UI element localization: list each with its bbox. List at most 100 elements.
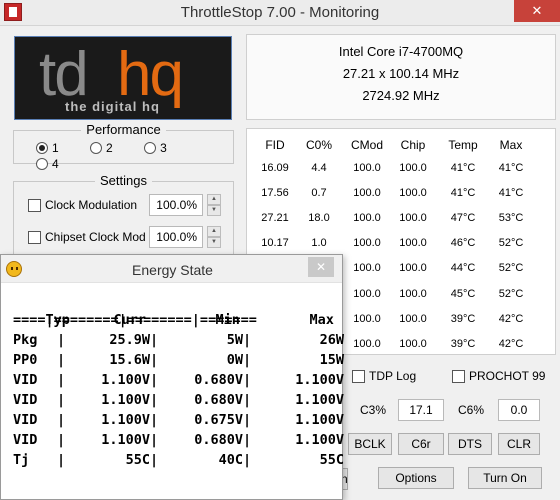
energy-min-value: 0.680V	[194, 392, 243, 408]
energy-curr-value: 15.6W	[109, 352, 150, 368]
table-cell: 100.0	[399, 287, 427, 300]
chipset-clock-mod-row: Chipset Clock Mod 100.0% ▲ ▼	[28, 226, 221, 248]
energy-min-value: 0W	[226, 352, 243, 368]
energy-typ-value: Tj	[13, 452, 30, 468]
clock-modulation-row: Clock Modulation 100.0% ▲ ▼	[28, 194, 221, 216]
chipset-clock-mod-spinner[interactable]: ▲ ▼	[207, 226, 221, 248]
table-cell: 52°C	[498, 237, 524, 250]
clock-modulation-checkbox[interactable]	[28, 198, 41, 212]
column-separator: |	[57, 432, 66, 448]
clock-modulation-spinner[interactable]: ▲ ▼	[207, 194, 221, 216]
table-cell: 1.0	[311, 237, 327, 250]
energy-header-row: Typ Curr Min Max	[13, 290, 350, 328]
column-separator: |	[243, 352, 252, 368]
column-separator: |	[150, 332, 159, 348]
c3-label: C3%	[360, 403, 387, 417]
table-cell: 100.0	[353, 211, 381, 224]
column-header: CMod	[350, 138, 383, 152]
spin-down-icon[interactable]: ▼	[207, 237, 221, 248]
bclk-button[interactable]: BCLK	[348, 433, 392, 455]
energy-min-value: 0.680V	[194, 372, 243, 388]
table-cell: 44°C	[450, 262, 476, 275]
performance-group: Performance 1 2 3 4	[13, 122, 234, 171]
energy-min-value: 0.680V	[194, 432, 243, 448]
performance-radio-2[interactable]: 2	[90, 141, 113, 155]
c6-label: C6%	[458, 403, 485, 417]
table-cell: 100.0	[399, 161, 427, 174]
dts-button[interactable]: DTS	[448, 433, 492, 455]
prochot-option[interactable]: PROCHOT 99	[452, 369, 545, 383]
column-separator: |	[57, 452, 66, 468]
logo-graphic: td hq the digital hq	[39, 40, 184, 114]
settings-group: Settings Clock Modulation 100.0% ▲ ▼ Chip…	[13, 173, 234, 261]
energy-max-value: 1.100V	[295, 432, 344, 448]
spin-up-icon[interactable]: ▲	[207, 194, 221, 205]
energy-max-value: 1.100V	[295, 372, 344, 388]
table-row: 17.56 0.7 100.0 100.0 41°C 41°C	[255, 180, 531, 205]
radio-label: 4	[52, 157, 59, 171]
turn-on-button[interactable]: Turn On	[468, 467, 542, 489]
performance-radio-4[interactable]: 4	[36, 157, 59, 171]
clr-button[interactable]: CLR	[498, 433, 540, 455]
energy-typ-value: VID	[13, 432, 38, 448]
energy-row: VID | 1.100V| 0.675V| 1.100V	[13, 410, 344, 430]
column-separator: |	[57, 372, 66, 388]
column-header: FID	[265, 138, 285, 152]
energy-state-window: Energy State ✕ Typ Curr Min Max ====|======…	[0, 254, 344, 500]
table-cell: 39°C	[450, 337, 476, 350]
c6r-button[interactable]: C6r	[398, 433, 444, 455]
energy-row: Pkg | 25.9W| 5W| 26W	[13, 330, 344, 350]
table-cell: 100.0	[353, 237, 381, 250]
column-separator: |	[243, 432, 252, 448]
column-separator: |	[150, 372, 159, 388]
table-header-row: FID C0% CMod Chip Temp Max	[255, 135, 531, 155]
energy-curr-value: 55C	[125, 452, 150, 468]
column-separator: |	[150, 452, 159, 468]
table-cell: 47°C	[450, 211, 476, 224]
table-cell: 39°C	[450, 312, 476, 325]
prochot-checkbox[interactable]	[452, 369, 465, 383]
energy-close-button[interactable]: ✕	[308, 257, 334, 277]
table-cell: 41°C	[450, 186, 476, 199]
cpu-name: Intel Core i7-4700MQ	[338, 44, 464, 59]
spin-up-icon[interactable]: ▲	[207, 226, 221, 237]
chipset-clock-mod-checkbox[interactable]	[28, 230, 41, 244]
column-header: Max	[499, 138, 523, 152]
radio-icon	[90, 142, 103, 154]
close-button[interactable]: ✕	[514, 0, 560, 22]
energy-typ-value: VID	[13, 392, 38, 408]
c3-value: 17.1	[398, 399, 444, 421]
table-cell: 100.0	[399, 237, 427, 250]
table-cell: 10.17	[261, 237, 289, 250]
table-row: 10.17 1.0 100.0 100.0 46°C 52°C	[255, 231, 531, 256]
tdp-log-checkbox[interactable]	[352, 369, 365, 383]
spin-down-icon[interactable]: ▼	[207, 205, 221, 216]
column-header: Chip	[400, 138, 426, 152]
table-cell: 42°C	[498, 312, 524, 325]
column-separator: |	[57, 412, 66, 428]
table-cell: 100.0	[353, 262, 381, 275]
energy-typ-value: VID	[13, 412, 38, 428]
clock-modulation-value[interactable]: 100.0%	[149, 194, 203, 216]
energy-header-max: Max	[309, 312, 334, 328]
column-separator: |	[57, 392, 66, 408]
cpu-frequency: 2724.92 MHz	[362, 88, 440, 103]
tdp-log-label: TDP Log	[369, 369, 417, 383]
table-cell: 100.0	[353, 287, 381, 300]
performance-radio-row: 1 2 3 4	[36, 141, 233, 173]
energy-divider: ====|========|========|=======	[13, 312, 257, 328]
performance-radio-1[interactable]: 1	[36, 141, 59, 155]
chipset-clock-mod-value[interactable]: 100.0%	[149, 226, 203, 248]
energy-max-value: 26W	[319, 332, 344, 348]
performance-radio-3[interactable]: 3	[144, 141, 167, 155]
energy-row: VID | 1.100V| 0.680V| 1.100V	[13, 430, 344, 450]
title-bar: ThrottleStop 7.00 - Monitoring ✕	[0, 0, 560, 26]
options-button[interactable]: Options	[378, 467, 454, 489]
table-cell: 27.21	[261, 211, 289, 224]
column-separator: |	[150, 432, 159, 448]
energy-min-value: 40C	[218, 452, 243, 468]
tdp-log-option[interactable]: TDP Log	[352, 369, 416, 383]
energy-curr-value: 1.100V	[101, 372, 150, 388]
table-cell: 17.56	[261, 186, 289, 199]
energy-state-title-bar: Energy State ✕	[1, 255, 342, 283]
